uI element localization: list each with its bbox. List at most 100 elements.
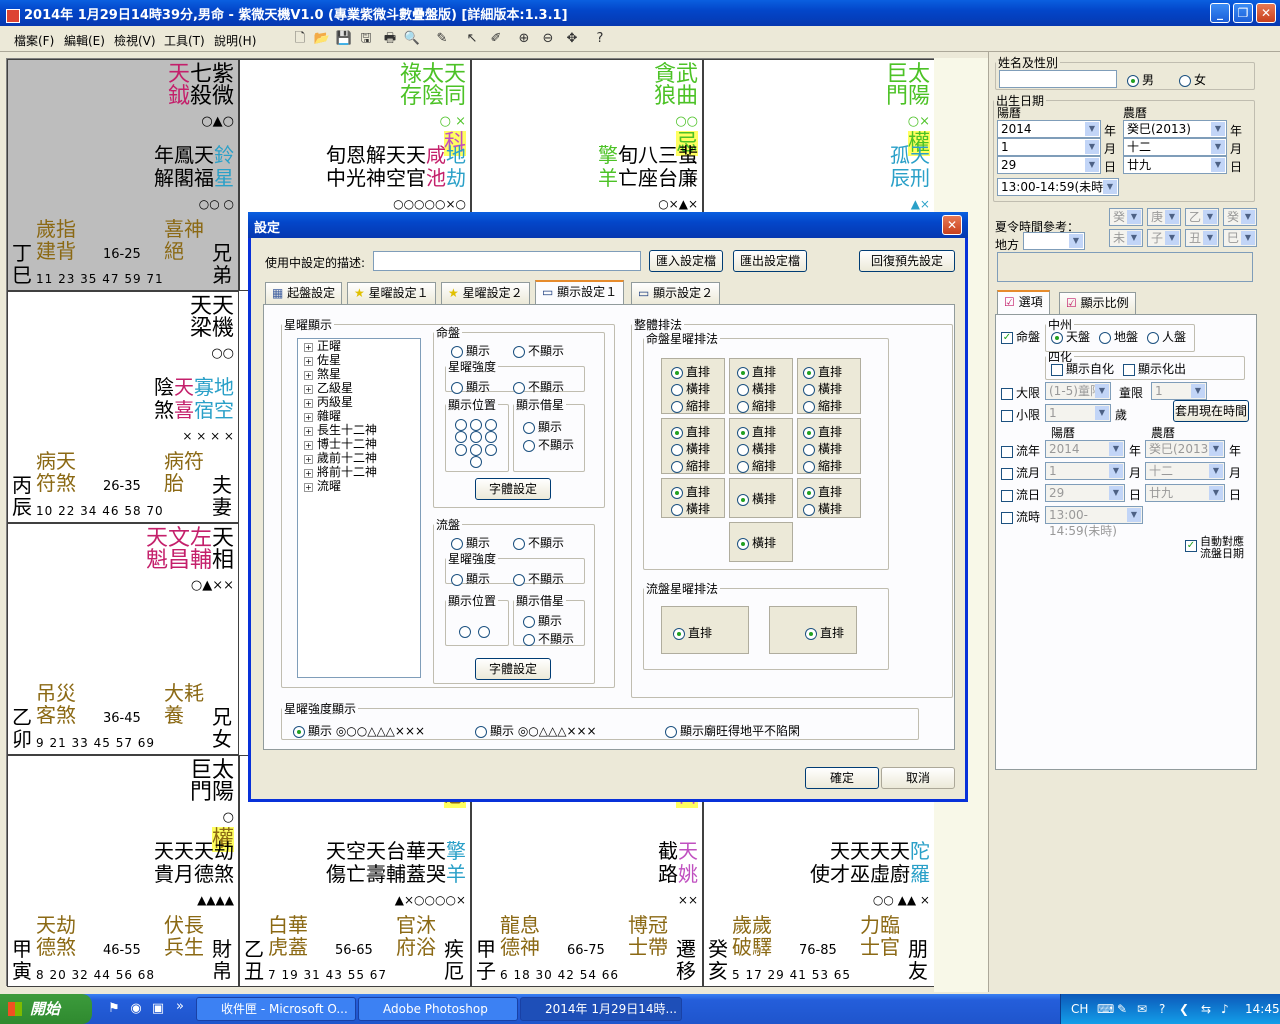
tree-item[interactable]: + 丙級星 [298, 395, 420, 409]
menu-tools[interactable]: 工具(T) [164, 32, 205, 49]
close-button[interactable]: ✕ [1256, 3, 1276, 23]
tree-item[interactable]: + 乙級星 [298, 381, 420, 395]
ime-icon[interactable]: ✉ [1137, 994, 1147, 1024]
liunian-year-select[interactable]: 2014 [1045, 440, 1125, 458]
start-button[interactable]: 開始 [0, 994, 92, 1024]
clock[interactable]: 14:45 [1245, 994, 1280, 1024]
layout-cell-2[interactable]: 直排 橫排 縮排 [737, 364, 776, 415]
strength-opt-1[interactable]: 顯示 ◎○○△△△××× [293, 722, 425, 739]
desktop-icon[interactable]: ▣ [148, 999, 168, 1019]
xiaoxian-select[interactable]: 1 [1045, 404, 1111, 422]
gz-box-1[interactable]: 癸 [1109, 208, 1143, 226]
show-self-check[interactable]: 顯示自化 [1051, 360, 1114, 377]
lp-borrow-hide[interactable]: 不顯示 [523, 630, 574, 647]
lp-font-button[interactable]: 字體設定 [475, 658, 551, 680]
liu-layout-right[interactable]: 直排 [805, 624, 844, 641]
gz-box-8[interactable]: 巳 [1223, 229, 1257, 247]
lunar-day-select[interactable]: 廿九 [1123, 156, 1227, 174]
eraser-icon[interactable]: ✐ [486, 29, 506, 49]
task-outlook[interactable]: 收件匣 - Microsoft O... [196, 997, 356, 1021]
layout-cell-6[interactable]: 直排 橫排 縮排 [803, 424, 842, 475]
layout-cell-10[interactable]: 橫排 [737, 534, 776, 551]
tab-star-settings-1[interactable]: ★ 星曜設定１ [347, 282, 436, 304]
tab-options[interactable]: ☑ 選項 [997, 290, 1050, 315]
dipan-radio[interactable]: 地盤 [1099, 328, 1138, 345]
tab-star-settings-2[interactable]: ★ 星曜設定２ [441, 282, 530, 304]
lunar-month-select[interactable]: 十二 [1123, 138, 1227, 156]
hour-select[interactable]: 13:00-14:59(未時) [997, 178, 1119, 196]
daxian-select[interactable]: (1-5)童限 [1045, 382, 1111, 400]
liushi-check[interactable]: 流時 [1001, 508, 1040, 525]
volume-icon[interactable]: ♪ [1221, 994, 1229, 1024]
network-icon[interactable]: ⇆ [1201, 994, 1211, 1024]
help-icon[interactable]: ? [590, 29, 610, 49]
daxian-check[interactable]: 大限 [1001, 384, 1040, 401]
minimize-button[interactable]: _ [1210, 3, 1230, 23]
gz-box-3[interactable]: 乙 [1185, 208, 1219, 226]
tab-zoom[interactable]: ☑ 顯示比例 [1059, 292, 1136, 314]
lp-borrow-show[interactable]: 顯示 [523, 612, 562, 629]
tree-item[interactable]: + 博士十二神 [298, 437, 420, 451]
menu-file[interactable]: 檔案(F) [14, 32, 54, 49]
tree-item[interactable]: + 流曜 [298, 479, 420, 493]
gz-box-4[interactable]: 癸 [1223, 208, 1257, 226]
tianpan-radio[interactable]: 天盤 [1051, 328, 1090, 345]
maximize-button[interactable]: ❐ [1233, 3, 1253, 23]
language-indicator[interactable]: CH [1071, 994, 1088, 1024]
lp-hide-radio[interactable]: 不顯示 [513, 534, 564, 551]
menu-view[interactable]: 檢視(V) [114, 32, 156, 49]
mingpan-check[interactable]: ✓ 命盤 [1001, 328, 1040, 345]
browser-icon[interactable]: ◉ [126, 999, 146, 1019]
solar-day-select[interactable]: 29 [997, 156, 1101, 174]
mp-strength-hide[interactable]: 不顯示 [513, 378, 564, 395]
liuyue-lunar-select[interactable]: 十二 [1145, 462, 1225, 480]
tree-item[interactable]: + 將前十二神 [298, 465, 420, 479]
gz-box-6[interactable]: 子 [1147, 229, 1181, 247]
liushi-select[interactable]: 13:00-14:59(未時) [1045, 506, 1143, 538]
xiaoxian-check[interactable]: 小限 [1001, 406, 1040, 423]
mp-strength-show[interactable]: 顯示 [451, 378, 490, 395]
quicklaunch-icon[interactable]: ⚑ [104, 999, 124, 1019]
palace-yin[interactable]: 巨太 門陽 ○ 權 天天天劫 貴月德煞 ▲▲▲▲ 甲寅 財帛 天劫德煞 伏長兵生 46-5… [7, 755, 239, 987]
save-icon[interactable]: 💾 [334, 29, 354, 49]
layout-cell-3[interactable]: 直排 橫排 縮排 [803, 364, 842, 415]
liuri-lunar-select[interactable]: 廿九 [1145, 484, 1225, 502]
liu-layout-left[interactable]: 直排 [673, 624, 712, 641]
ok-button[interactable]: 確定 [805, 767, 879, 789]
liunian-lunar-select[interactable]: 癸巳(2013) [1145, 440, 1225, 458]
name-input[interactable] [999, 70, 1117, 88]
tree-item[interactable]: + 煞星 [298, 367, 420, 381]
layout-cell-1[interactable]: 直排 橫排 縮排 [671, 364, 710, 415]
lp-pos-radios[interactable] [459, 624, 493, 638]
save-as-icon[interactable]: 🖫 [356, 29, 376, 49]
liuyue-check[interactable]: 流月 [1001, 464, 1040, 481]
zoom-in-icon[interactable]: ⊕ [514, 29, 534, 49]
liuri-check[interactable]: 流日 [1001, 486, 1040, 503]
palace-mao[interactable]: 天文左天 魁昌輔相 ○▲×× 乙卯 兄女 吊災客煞 大耗養 36-45 9 21 3… [7, 523, 239, 755]
pointer-icon[interactable]: ↖ [462, 29, 482, 49]
lunar-year-select[interactable]: 癸巳(2013) [1123, 120, 1227, 138]
layout-cell-8[interactable]: 橫排 [737, 490, 776, 507]
liuyue-select[interactable]: 1 [1045, 462, 1125, 480]
lp-strength-hide[interactable]: 不顯示 [513, 570, 564, 587]
zoom-out-icon[interactable]: ⊖ [538, 29, 558, 49]
tree-item[interactable]: + 佐星 [298, 353, 420, 367]
tree-item[interactable]: + 正曜 [298, 339, 420, 353]
mp-show-radio[interactable]: 顯示 [451, 342, 490, 359]
keyboard-icon[interactable]: ⌨ [1097, 994, 1114, 1024]
mp-pos-radios[interactable] [455, 418, 500, 468]
task-photoshop[interactable]: Adobe Photoshop [358, 997, 518, 1021]
female-radio[interactable]: 女 [1179, 71, 1206, 88]
liuri-select[interactable]: 29 [1045, 484, 1125, 502]
mp-borrow-show[interactable]: 顯示 [523, 418, 562, 435]
tab-display-settings-1[interactable]: ▭ 顯示設定１ [535, 280, 625, 305]
more-icon[interactable]: » [170, 997, 190, 1017]
cancel-button[interactable]: 取消 [881, 767, 955, 789]
wand-icon[interactable]: ✎ [432, 29, 452, 49]
tree-item[interactable]: + 雜曜 [298, 409, 420, 423]
dialog-close-button[interactable]: ✕ [942, 215, 962, 235]
liunian-check[interactable]: 流年 [1001, 442, 1040, 459]
tongxian-select[interactable]: 1 [1151, 382, 1207, 400]
mp-borrow-hide[interactable]: 不顯示 [523, 436, 574, 453]
expand-tray-icon[interactable]: ❮ [1179, 994, 1189, 1024]
